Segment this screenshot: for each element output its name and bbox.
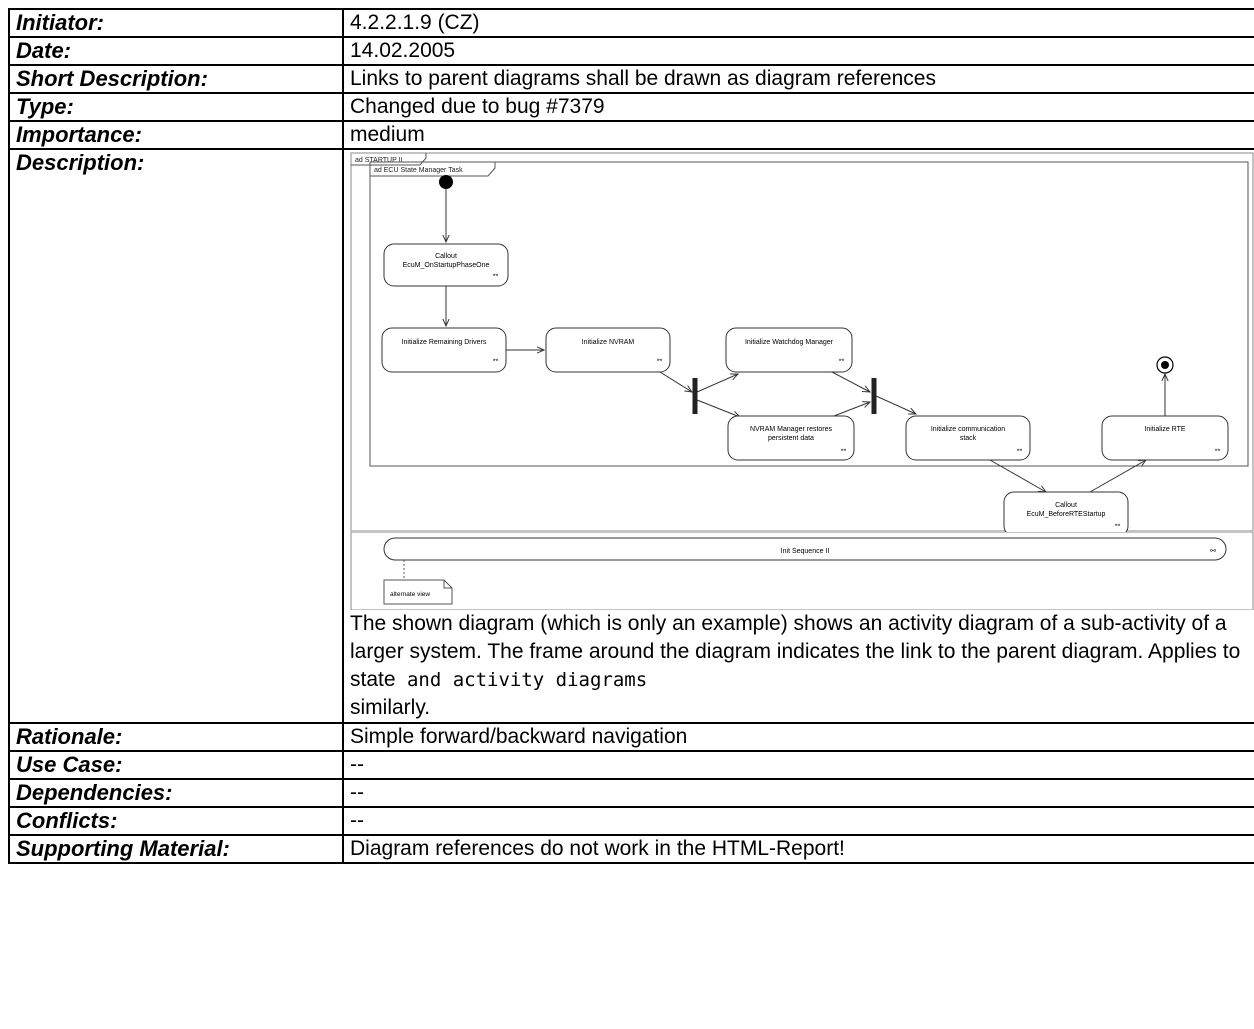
description-text: The shown diagram (which is only an exam… [350,610,1254,721]
init-sequence-area: Init Sequence II ⚯ alternate view [350,531,1254,611]
final-node [1156,356,1174,374]
init-comm-line2: stack [960,435,977,442]
initial-node [439,175,453,189]
action-nvram-restores: NVRAM Manager restores persistent data ⚯ [727,415,855,461]
inner-frame-label: ad ECU State Manager Task [374,167,463,174]
action-init-comm-stack: Initialize communication stack ⚯ [905,415,1031,461]
init-sequence-svg: Init Sequence II ⚯ alternate view [350,531,1254,611]
rte-rake-icon: ⚯ [1215,448,1220,454]
row-short-description: Short Description: Links to parent diagr… [8,64,1254,94]
nvram-restores-line2: persistent data [768,435,814,442]
note-label: alternate view [390,591,430,598]
nvram-restores-line1: NVRAM Manager restores [750,426,833,433]
conflicts-value: -- [342,806,1254,836]
row-supporting-material: Supporting Material: Diagram references … [8,834,1254,864]
importance-label: Importance: [8,120,344,150]
row-dependencies: Dependencies: -- [8,778,1254,808]
watchdog-rake-icon: ⚯ [839,358,844,364]
type-value: Changed due to bug #7379 [342,92,1254,122]
supporting-material-value: Diagram references do not work in the HT… [342,834,1254,864]
init-remaining-drivers-label: Initialize Remaining Drivers [402,339,487,346]
short-description-value: Links to parent diagrams shall be drawn … [342,64,1254,94]
rationale-label: Rationale: [8,722,344,752]
row-initiator: Initiator: 4.2.2.1.9 (CZ) [8,8,1254,38]
action-init-nvram: Initialize NVRAM ⚯ [545,327,671,373]
action-init-rte: Initialize RTE ⚯ [1101,415,1229,461]
action-callout-startup-phase-one: Callout EcuM_OnStartupPhaseOne ⚯ [383,243,509,287]
row-use-case: Use Case: -- [8,750,1254,780]
action-callout-before-rte: Callout EcuM_BeforeRTEStartup ⚯ [1003,491,1129,537]
callout-rte-line1: Callout [1055,502,1077,509]
action-init-remaining-drivers: Initialize Remaining Drivers ⚯ [381,327,507,373]
date-label: Date: [8,36,344,66]
importance-value: medium [342,120,1254,150]
row-importance: Importance: medium [8,120,1254,150]
callout-rte-rake-icon: ⚯ [1115,523,1120,529]
description-label: Description: [8,148,344,724]
dependencies-label: Dependencies: [8,778,344,808]
use-case-label: Use Case: [8,750,344,780]
nvram-rake-icon: ⚯ [657,358,662,364]
init-sequence-rake-icon: ⚯ [1210,548,1216,555]
rationale-value: Simple forward/backward navigation [342,722,1254,752]
conflicts-label: Conflicts: [8,806,344,836]
comm-rake-icon: ⚯ [1017,448,1022,454]
row-description: Description: ad STARTUP II ad ECU State … [8,148,1254,724]
description-text-tail: and activity diagrams [395,669,648,691]
row-date: Date: 14.02.2005 [8,36,1254,66]
init-comm-line1: Initialize communication [931,426,1005,433]
description-text-end: similarly. [350,696,431,719]
callout-one-rake-icon: ⚯ [493,273,498,279]
activity-diagram: ad STARTUP II ad ECU State Manager Task … [350,152,1254,537]
row-conflicts: Conflicts: -- [8,806,1254,836]
requirement-table: Initiator: 4.2.2.1.9 (CZ) Date: 14.02.20… [8,8,1254,864]
description-value: ad STARTUP II ad ECU State Manager Task … [342,148,1254,724]
supporting-material-label: Supporting Material: [8,834,344,864]
restores-rake-icon: ⚯ [841,448,846,454]
callout-one-line1: Callout [435,253,457,260]
callout-one-line2: EcuM_OnStartupPhaseOne [403,262,490,269]
init-rte-label: Initialize RTE [1144,426,1185,433]
row-type: Type: Changed due to bug #7379 [8,92,1254,122]
type-label: Type: [8,92,344,122]
init-watchdog-label: Initialize Watchdog Manager [745,339,834,346]
action-init-watchdog: Initialize Watchdog Manager ⚯ [725,327,853,373]
date-value: 14.02.2005 [342,36,1254,66]
initiator-value: 4.2.2.1.9 (CZ) [342,8,1254,38]
callout-rte-line2: EcuM_BeforeRTEStartup [1027,511,1106,518]
initiator-label: Initiator: [8,8,344,38]
init-nvram-label: Initialize NVRAM [582,339,635,346]
dependencies-value: -- [342,778,1254,808]
outer-frame-label: ad STARTUP II [355,157,403,164]
row-rationale: Rationale: Simple forward/backward navig… [8,722,1254,752]
short-description-label: Short Description: [8,64,344,94]
drivers-rake-icon: ⚯ [493,358,498,364]
init-sequence-label: Init Sequence II [781,548,830,555]
activity-diagram-svg: ad STARTUP II ad ECU State Manager Task … [350,152,1254,537]
use-case-value: -- [342,750,1254,780]
